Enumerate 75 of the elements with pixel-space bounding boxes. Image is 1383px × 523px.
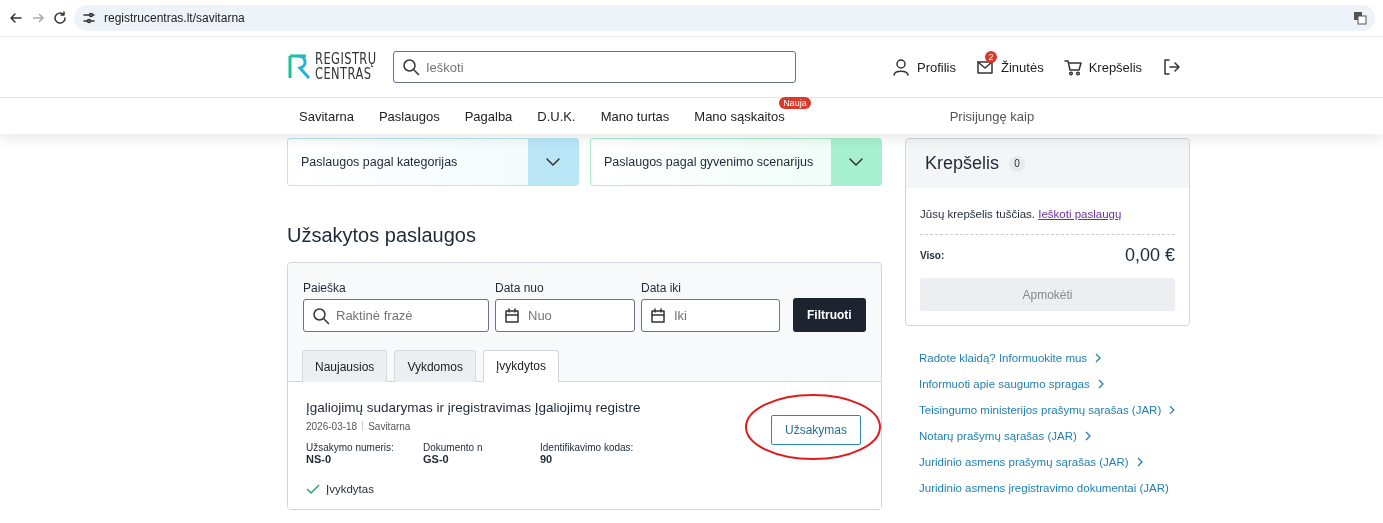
date-field[interactable]: Iki (641, 299, 780, 332)
category-dropdown[interactable]: Paslaugos pagal kategorijas (287, 138, 579, 186)
header-link[interactable]: Krepšelis (1063, 58, 1143, 76)
header-link[interactable]: Profilis (892, 58, 956, 76)
cart-title: Krepšelis (925, 153, 1000, 174)
dropdown-toggle[interactable] (528, 139, 578, 185)
order-date: 2026-03-18 (306, 421, 358, 432)
new-badge: Nauja (779, 96, 811, 109)
chevron-right-icon (1095, 353, 1103, 363)
empty-cart-text: Jūsų krepšelis tuščias. Ieškoti paslaugų (920, 208, 1123, 220)
logged-in-text: Prisijungę kaip (949, 108, 1035, 124)
status-text: Įvykdytas (326, 483, 374, 495)
field-value: NS-0 (306, 453, 333, 465)
chevron-right-icon (1084, 431, 1092, 441)
chevron-right-icon (1169, 405, 1176, 415)
order-source: Savitarna (368, 421, 411, 432)
total-label: Viso: (920, 250, 945, 261)
translate-icon[interactable] (1353, 11, 1367, 25)
header-link-label: Krepšelis (1088, 59, 1143, 75)
field-value: GS-0 (423, 453, 450, 465)
nav-link[interactable]: Mano sąskaitos (694, 108, 785, 124)
field-label: Paieška (303, 281, 347, 295)
person-icon (892, 58, 910, 76)
count-badge: 0 (1009, 155, 1026, 172)
info-link[interactable]: Notarų prašymų sąrašas (JAR) (919, 430, 1176, 442)
nav-link[interactable]: Pagalba (464, 108, 513, 124)
chevron-right-icon (1097, 379, 1105, 389)
dropdown-label: Paslaugos pagal gyvenimo scenarijus (603, 155, 815, 169)
field-label: Data nuo (495, 281, 545, 295)
dropdown-label: Paslaugos pagal kategorijas (300, 155, 459, 169)
envelope-icon (976, 58, 994, 76)
field-label: Dokumento n (423, 442, 484, 453)
header-link-label: Žinutės (1001, 59, 1044, 75)
search-field[interactable]: Ieškoti (393, 51, 796, 83)
order-button[interactable]: Užsakymas (771, 414, 861, 445)
address-bar[interactable]: registrucentras.lt/savitarna (74, 5, 1375, 31)
field-label: Data iki (641, 281, 682, 295)
notification-badge: 2 (985, 51, 997, 63)
nav-link[interactable]: D.U.K. (537, 108, 576, 124)
field-label: Užsakymo numeris: (306, 442, 395, 453)
tab[interactable]: Įvykdytos (482, 350, 559, 382)
header-link-label: Profilis (917, 59, 956, 75)
search-field[interactable]: Raktinė frazė (303, 299, 489, 332)
info-link[interactable]: Radote klaidą? Informuokite mus (919, 352, 1176, 364)
search-services-link[interactable]: Ieškoti paslaugų (1038, 208, 1122, 220)
reload-icon[interactable] (52, 10, 68, 26)
chevron-down-icon (848, 157, 864, 167)
info-link[interactable]: Informuoti apie saugumo spragas (919, 378, 1176, 390)
url-text: registrucentras.lt/savitarna (104, 11, 245, 25)
logout-icon (1162, 58, 1181, 76)
logo-text[interactable]: REGISTRŲ CENTRAS (315, 52, 377, 82)
chevron-right-icon (1136, 457, 1144, 467)
tab[interactable]: Naujausios (302, 350, 388, 382)
field-label: Identifikavimo kodas: (540, 442, 635, 453)
nav-link[interactable]: Paslaugos (378, 108, 440, 124)
info-link[interactable]: Juridinio asmens įregistravimo dokumentai (JAR) (919, 482, 1176, 494)
order-title: Įgaliojimų sudarymas ir įregistravimas Įgaliojimų registre (306, 400, 642, 415)
nav-link[interactable]: Savitarna (299, 108, 354, 124)
field-value: 90 (540, 453, 554, 465)
filter-button[interactable]: Filtruoti (793, 298, 866, 332)
chevron-down-icon (545, 157, 561, 167)
nav-link[interactable]: Mano turtas (600, 108, 670, 124)
info-link[interactable]: Teisingumo ministerijos prašymų sąrašas (JAR) (919, 404, 1176, 416)
back-arrow-icon[interactable] (8, 10, 24, 26)
section-title: Užsakytos paslaugos (287, 224, 477, 247)
dropdown-toggle[interactable] (831, 139, 881, 185)
logout-button[interactable] (1162, 58, 1181, 76)
total-amount: 0,00 € (1124, 245, 1175, 266)
cart-icon (1063, 58, 1082, 76)
checkmark-icon (306, 483, 320, 495)
tab[interactable]: Vykdomos (394, 350, 476, 382)
info-link[interactable]: Juridinio asmens prašymų sąrašas (JAR) (919, 456, 1176, 468)
category-dropdown[interactable]: Paslaugos pagal gyvenimo scenarijus (590, 138, 882, 186)
site-settings-icon[interactable] (82, 11, 96, 25)
date-field[interactable]: Nuo (495, 299, 635, 332)
